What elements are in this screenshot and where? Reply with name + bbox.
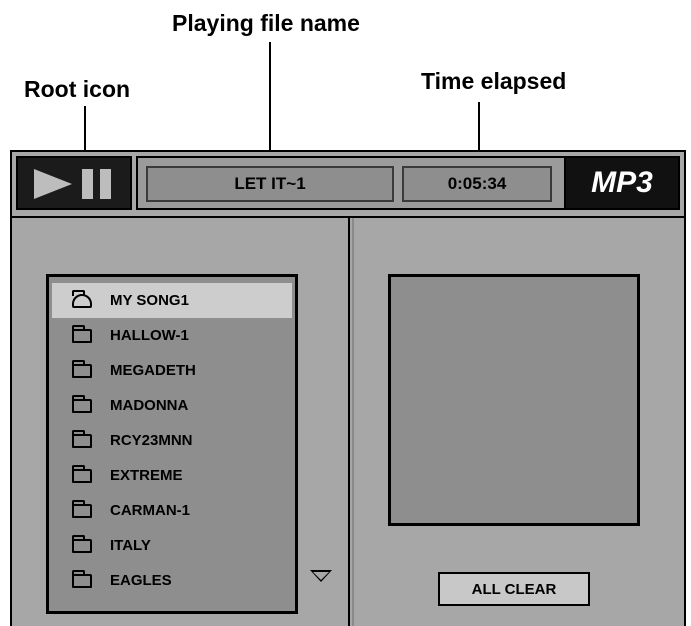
list-item-label: HALLOW-1: [110, 327, 189, 344]
scroll-down-icon[interactable]: [310, 570, 332, 582]
all-clear-button[interactable]: ALL CLEAR: [438, 572, 590, 606]
folder-icon: [72, 324, 92, 343]
mp3-logo: MP3: [564, 156, 680, 210]
info-display: LET IT~1 0:05:34: [136, 156, 566, 210]
pause-icon-bar: [100, 169, 111, 199]
list-item[interactable]: MADONNA: [52, 388, 292, 423]
time-elapsed: 0:05:34: [402, 166, 552, 202]
list-item[interactable]: RCY23MNN: [52, 423, 292, 458]
list-item[interactable]: MEGADETH: [52, 353, 292, 388]
callout-root-icon: Root icon: [24, 76, 131, 102]
folder-list: MY SONG1 HALLOW-1 MEGADETH MADONNA RCY23MNN E…: [46, 274, 298, 614]
play-pause-button[interactable]: [16, 156, 132, 210]
callout-time-elapsed: Time elapsed: [421, 68, 567, 94]
list-item[interactable]: HALLOW-1: [52, 318, 292, 353]
folder-icon: [72, 464, 92, 483]
callout-playing-file-name: Playing file name: [172, 10, 360, 36]
mp3-player-window: LET IT~1 0:05:34 MP3 MY SONG1 HALLOW-1 MEG…: [10, 150, 686, 626]
list-item-label: CARMAN-1: [110, 502, 190, 519]
folder-icon: [72, 569, 92, 588]
root-icon: [72, 289, 92, 308]
folder-icon: [72, 499, 92, 518]
play-icon: [34, 169, 72, 199]
list-item-label: RCY23MNN: [110, 432, 193, 449]
playing-file-name: LET IT~1: [146, 166, 394, 202]
preview-area: [388, 274, 640, 526]
list-item[interactable]: EXTREME: [52, 458, 292, 493]
folder-icon: [72, 394, 92, 413]
top-bar: LET IT~1 0:05:34 MP3: [12, 152, 684, 218]
list-item-label: MEGADETH: [110, 362, 196, 379]
list-item-label: MADONNA: [110, 397, 189, 414]
list-item[interactable]: MY SONG1: [52, 283, 292, 318]
list-item-label: EXTREME: [110, 467, 183, 484]
pause-icon: [82, 169, 93, 199]
list-item[interactable]: EAGLES: [52, 563, 292, 598]
folder-icon: [72, 429, 92, 448]
folder-icon: [72, 534, 92, 553]
list-item[interactable]: ITALY: [52, 528, 292, 563]
list-item-label: EAGLES: [110, 572, 172, 589]
preview-panel: ALL CLEAR: [352, 218, 684, 626]
folder-panel: MY SONG1 HALLOW-1 MEGADETH MADONNA RCY23MNN E…: [12, 218, 350, 626]
list-item-label: MY SONG1: [110, 292, 189, 309]
folder-icon: [72, 359, 92, 378]
list-item[interactable]: CARMAN-1: [52, 493, 292, 528]
list-item-label: ITALY: [110, 537, 151, 554]
